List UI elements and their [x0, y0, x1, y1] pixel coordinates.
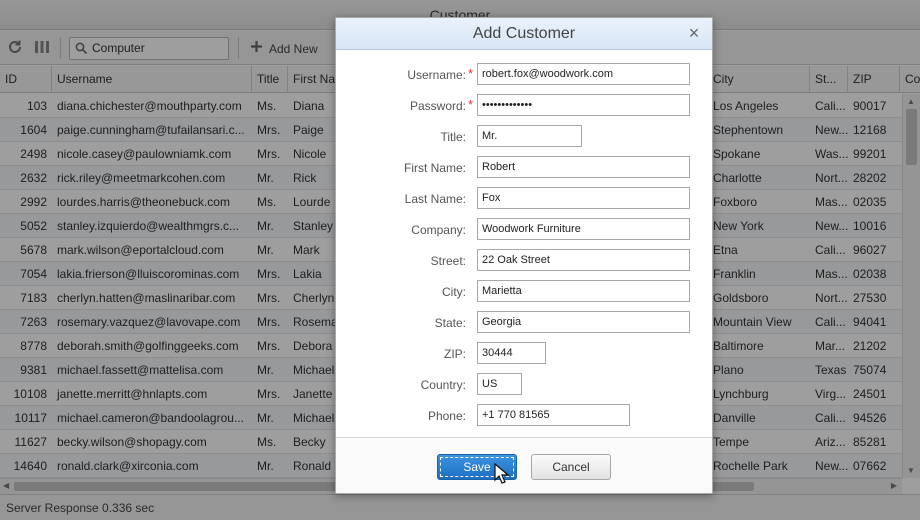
required-marker: *	[468, 97, 474, 112]
dialog-footer: Save Cancel	[336, 437, 712, 493]
field-row-company: Company: Woodwork Furniture	[336, 218, 712, 242]
state-label: State:	[434, 316, 466, 330]
mouse-pointer-icon	[494, 462, 510, 485]
country-label: Country:	[420, 378, 466, 392]
last-name-field[interactable]: Fox	[477, 187, 690, 209]
zip-label: ZIP:	[443, 347, 466, 361]
street-field[interactable]: 22 Oak Street	[477, 249, 690, 271]
field-row-password: Password: * •••••••••••••	[336, 94, 712, 118]
state-field[interactable]: Georgia	[477, 311, 690, 333]
customer-app: Customer Computer Add New ID Username Ti…	[0, 0, 920, 520]
title-label: Title:	[440, 130, 466, 144]
required-marker: *	[468, 66, 474, 81]
close-icon[interactable]: ×	[686, 24, 702, 42]
zip-field[interactable]: 30444	[477, 342, 546, 364]
cancel-button[interactable]: Cancel	[531, 454, 611, 480]
add-customer-dialog: Add Customer × Username: * robert.fox@wo…	[335, 17, 713, 494]
city-label: City:	[442, 285, 466, 299]
field-row-phone: Phone: +1 770 81565	[336, 404, 712, 428]
city-field[interactable]: Marietta	[477, 280, 690, 302]
field-row-zip: ZIP: 30444	[336, 342, 712, 366]
field-row-street: Street: 22 Oak Street	[336, 249, 712, 273]
field-row-first-name: First Name: Robert	[336, 156, 712, 180]
field-row-city: City: Marietta	[336, 280, 712, 304]
first-name-field[interactable]: Robert	[477, 156, 690, 178]
first-name-label: First Name:	[403, 161, 466, 175]
field-row-country: Country: US	[336, 373, 712, 397]
password-field[interactable]: •••••••••••••	[477, 94, 690, 116]
field-row-state: State: Georgia	[336, 311, 712, 335]
password-label: Password:	[409, 99, 466, 113]
field-row-last-name: Last Name: Fox	[336, 187, 712, 211]
username-label: Username:	[407, 68, 466, 82]
country-field[interactable]: US	[477, 373, 522, 395]
field-row-title: Title: Mr.	[336, 125, 712, 149]
phone-label: Phone:	[427, 409, 466, 423]
company-label: Company:	[411, 223, 466, 237]
street-label: Street:	[430, 254, 466, 268]
dialog-title: Add Customer	[336, 18, 712, 50]
phone-field[interactable]: +1 770 81565	[477, 404, 630, 426]
last-name-label: Last Name:	[404, 192, 466, 206]
title-field[interactable]: Mr.	[477, 125, 582, 147]
company-field[interactable]: Woodwork Furniture	[477, 218, 690, 240]
field-row-username: Username: * robert.fox@woodwork.com	[336, 63, 712, 87]
username-field[interactable]: robert.fox@woodwork.com	[477, 63, 690, 85]
